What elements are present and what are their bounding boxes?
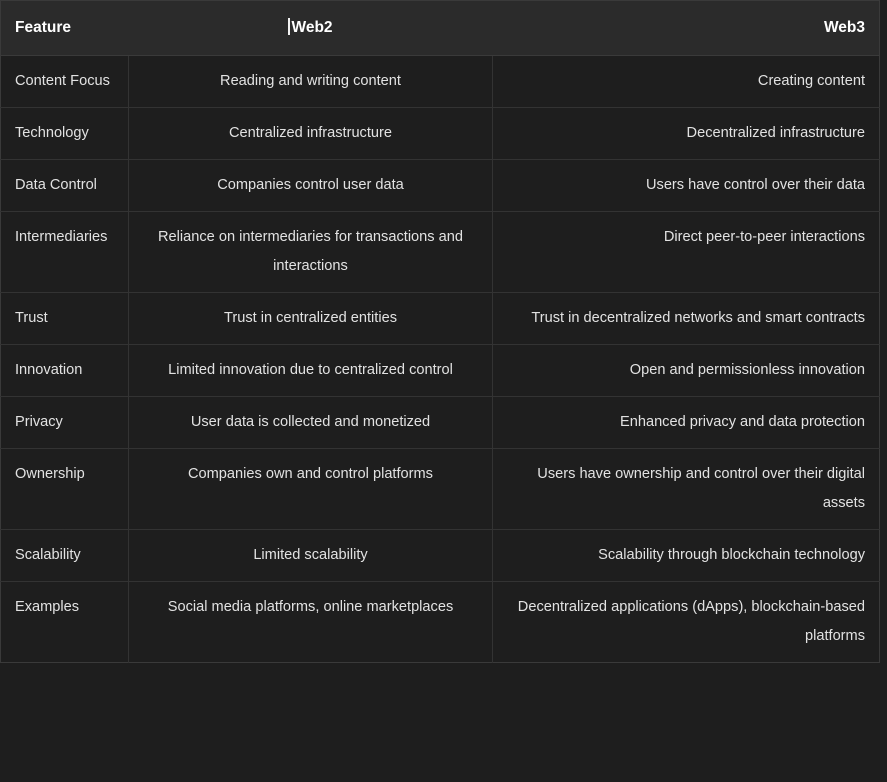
table-row: Intermediaries Reliance on intermediaries… (0, 211, 880, 293)
cell-web2: Limited scalability (128, 529, 493, 582)
cell-web3: Direct peer-to-peer interactions (492, 211, 880, 293)
table-row: Ownership Companies own and control platf… (0, 448, 880, 530)
cell-web2: Social media platforms, online marketpla… (128, 581, 493, 663)
cell-feature: Innovation (0, 344, 129, 397)
cell-web3: Enhanced privacy and data protection (492, 396, 880, 449)
cell-feature: Examples (0, 581, 129, 663)
cell-web3: Decentralized infrastructure (492, 107, 880, 160)
table-header: Feature Web2 Web3 (0, 0, 880, 56)
table-row: Innovation Limited innovation due to cent… (0, 344, 880, 397)
column-header-web2-label: Web2 (291, 19, 333, 36)
table-row: Trust Trust in centralized entities Trust … (0, 292, 880, 345)
table-header-row: Feature Web2 Web3 (0, 0, 880, 56)
cell-web3: Users have ownership and control over th… (492, 448, 880, 530)
cell-web3: Users have control over their data (492, 159, 880, 212)
cell-feature: Intermediaries (0, 211, 129, 293)
cell-feature: Ownership (0, 448, 129, 530)
cell-web2: Reliance on intermediaries for transacti… (128, 211, 493, 293)
cell-web2: Centralized infrastructure (128, 107, 493, 160)
cell-web2: User data is collected and monetized (128, 396, 493, 449)
cell-web2: Limited innovation due to centralized co… (128, 344, 493, 397)
table-row: Privacy User data is collected and moneti… (0, 396, 880, 449)
cell-feature: Trust (0, 292, 129, 345)
comparison-table-container: Feature Web2 Web3 Content Focus Reading a… (0, 0, 887, 782)
cell-feature: Technology (0, 107, 129, 160)
table-row: Content Focus Reading and writing content… (0, 55, 880, 108)
cell-web2: Companies control user data (128, 159, 493, 212)
cell-web3: Decentralized applications (dApps), bloc… (492, 581, 880, 663)
cell-feature: Data Control (0, 159, 129, 212)
table-row: Scalability Limited scalability Scalabilit… (0, 529, 880, 582)
cell-web3: Trust in decentralized networks and smar… (492, 292, 880, 345)
cell-web2: Reading and writing content (128, 55, 493, 108)
cell-web3: Scalability through blockchain technolog… (492, 529, 880, 582)
cell-feature: Content Focus (0, 55, 129, 108)
cell-feature: Scalability (0, 529, 129, 582)
column-header-feature[interactable]: Feature (0, 0, 129, 56)
column-header-web3[interactable]: Web3 (492, 0, 880, 56)
web2-vs-web3-table: Feature Web2 Web3 Content Focus Reading a… (0, 0, 880, 663)
table-row: Technology Centralized infrastructure Dece… (0, 107, 880, 160)
table-row: Data Control Companies control user data U… (0, 159, 880, 212)
cell-web3: Open and permissionless innovation (492, 344, 880, 397)
cell-web2: Companies own and control platforms (128, 448, 493, 530)
cell-feature: Privacy (0, 396, 129, 449)
cell-web2: Trust in centralized entities (128, 292, 493, 345)
column-header-web2[interactable]: Web2 (128, 0, 493, 56)
cell-web3: Creating content (492, 55, 880, 108)
table-body: Content Focus Reading and writing content… (0, 55, 880, 663)
table-row: Examples Social media platforms, online m… (0, 581, 880, 663)
